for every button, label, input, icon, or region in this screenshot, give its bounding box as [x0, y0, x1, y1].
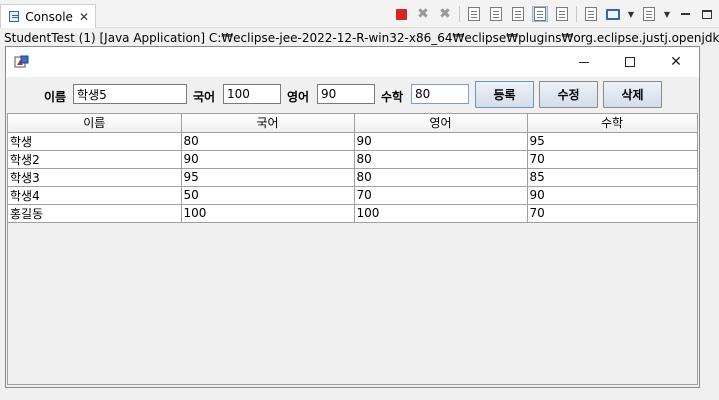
edit-button[interactable]: 수정 — [539, 81, 598, 108]
cell-english[interactable]: 80 — [354, 150, 528, 169]
pin-console-icon[interactable] — [532, 6, 548, 22]
tab-console[interactable]: Console ✕ — [0, 4, 96, 28]
cell-korean[interactable]: 95 — [181, 168, 355, 187]
open-console-icon[interactable] — [583, 6, 599, 22]
korean-label: 국어 — [193, 90, 216, 104]
cell-name[interactable]: 학생3 — [8, 168, 182, 187]
window-close-button[interactable]: ✕ — [653, 47, 699, 77]
table-row[interactable]: 학생 80 90 95 — [8, 132, 698, 151]
table-row[interactable]: 홍길동 100 100 70 — [8, 204, 698, 223]
java-icon — [14, 55, 29, 68]
cell-name[interactable]: 홍길동 — [8, 204, 182, 223]
cell-math[interactable]: 85 — [527, 168, 698, 187]
table-row[interactable]: 학생4 50 70 90 — [8, 186, 698, 205]
cell-korean[interactable]: 100 — [181, 204, 355, 223]
delete-button[interactable]: 삭제 — [603, 81, 662, 108]
remove-all-icon[interactable]: ✖ — [437, 6, 453, 22]
column-header-math[interactable]: 수학 — [527, 114, 698, 133]
name-label: 이름 — [44, 90, 67, 104]
column-header-korean[interactable]: 국어 — [181, 114, 355, 133]
cell-name[interactable]: 학생4 — [8, 186, 182, 205]
student-input-form: 이름 국어 영어 수학 등록 수정 삭제 — [6, 80, 699, 110]
window-minimize-button[interactable] — [561, 47, 607, 77]
word-wrap-icon[interactable] — [510, 6, 526, 22]
maximize-icon[interactable] — [699, 6, 715, 22]
english-field[interactable] — [317, 84, 375, 104]
clear-console-icon[interactable] — [466, 6, 482, 22]
math-label: 수학 — [381, 90, 404, 104]
window-titlebar[interactable]: ✕ — [6, 47, 699, 77]
cell-math[interactable]: 70 — [527, 204, 698, 223]
toolbar-separator — [576, 6, 577, 22]
console-toolbar: ✖ ✖ ▼ ▼ — [393, 6, 715, 22]
remove-launch-icon[interactable]: ✖ — [415, 6, 431, 22]
chevron-down-icon[interactable]: ▼ — [627, 6, 635, 22]
console-icon — [9, 11, 20, 22]
korean-field[interactable] — [223, 84, 281, 104]
cell-english[interactable]: 80 — [354, 168, 528, 187]
cell-name[interactable]: 학생2 — [8, 150, 182, 169]
cell-english[interactable]: 70 — [354, 186, 528, 205]
cell-korean[interactable]: 80 — [181, 132, 355, 151]
table-row[interactable]: 학생2 90 80 70 — [8, 150, 698, 169]
console-view-header: Console ✕ ✖ ✖ ▼ ▼ — [0, 0, 719, 28]
cell-name[interactable]: 학생 — [8, 132, 182, 151]
new-console-icon[interactable] — [641, 6, 657, 22]
cell-math[interactable]: 90 — [527, 186, 698, 205]
scroll-lock-icon[interactable] — [488, 6, 504, 22]
show-console-icon[interactable] — [554, 6, 570, 22]
cell-english[interactable]: 90 — [354, 132, 528, 151]
column-header-english[interactable]: 영어 — [354, 114, 528, 133]
table-row[interactable]: 학생3 95 80 85 — [8, 168, 698, 187]
chevron-down-icon[interactable]: ▼ — [663, 6, 671, 22]
maximize-icon — [625, 57, 635, 67]
english-label: 영어 — [287, 90, 310, 104]
close-icon[interactable]: ✕ — [79, 10, 89, 24]
cell-korean[interactable]: 50 — [181, 186, 355, 205]
window-maximize-button[interactable] — [607, 47, 653, 77]
toolbar-separator — [459, 6, 460, 22]
close-icon: ✕ — [670, 54, 682, 70]
cell-math[interactable]: 95 — [527, 132, 698, 151]
student-table[interactable]: 이름 국어 영어 수학 학생 80 90 95 학생2 90 80 70 학생3… — [7, 113, 698, 385]
cell-korean[interactable]: 90 — [181, 150, 355, 169]
cell-math[interactable]: 70 — [527, 150, 698, 169]
math-field[interactable] — [411, 84, 469, 104]
launch-description: StudentTest (1) [Java Application] C:₩ec… — [4, 31, 719, 45]
student-app-window: ✕ 이름 국어 영어 수학 등록 수정 삭제 이름 국어 영어 수학 — [5, 46, 700, 388]
minimize-icon — [579, 61, 589, 63]
table-header-row: 이름 국어 영어 수학 — [8, 114, 698, 133]
tab-console-label: Console — [25, 9, 73, 24]
register-button[interactable]: 등록 — [475, 81, 534, 108]
stop-icon[interactable] — [393, 6, 409, 22]
minimize-icon[interactable] — [677, 6, 693, 22]
column-header-name[interactable]: 이름 — [8, 114, 182, 133]
name-field[interactable] — [73, 84, 187, 104]
display-console-icon[interactable] — [605, 6, 621, 22]
cell-english[interactable]: 100 — [354, 204, 528, 223]
